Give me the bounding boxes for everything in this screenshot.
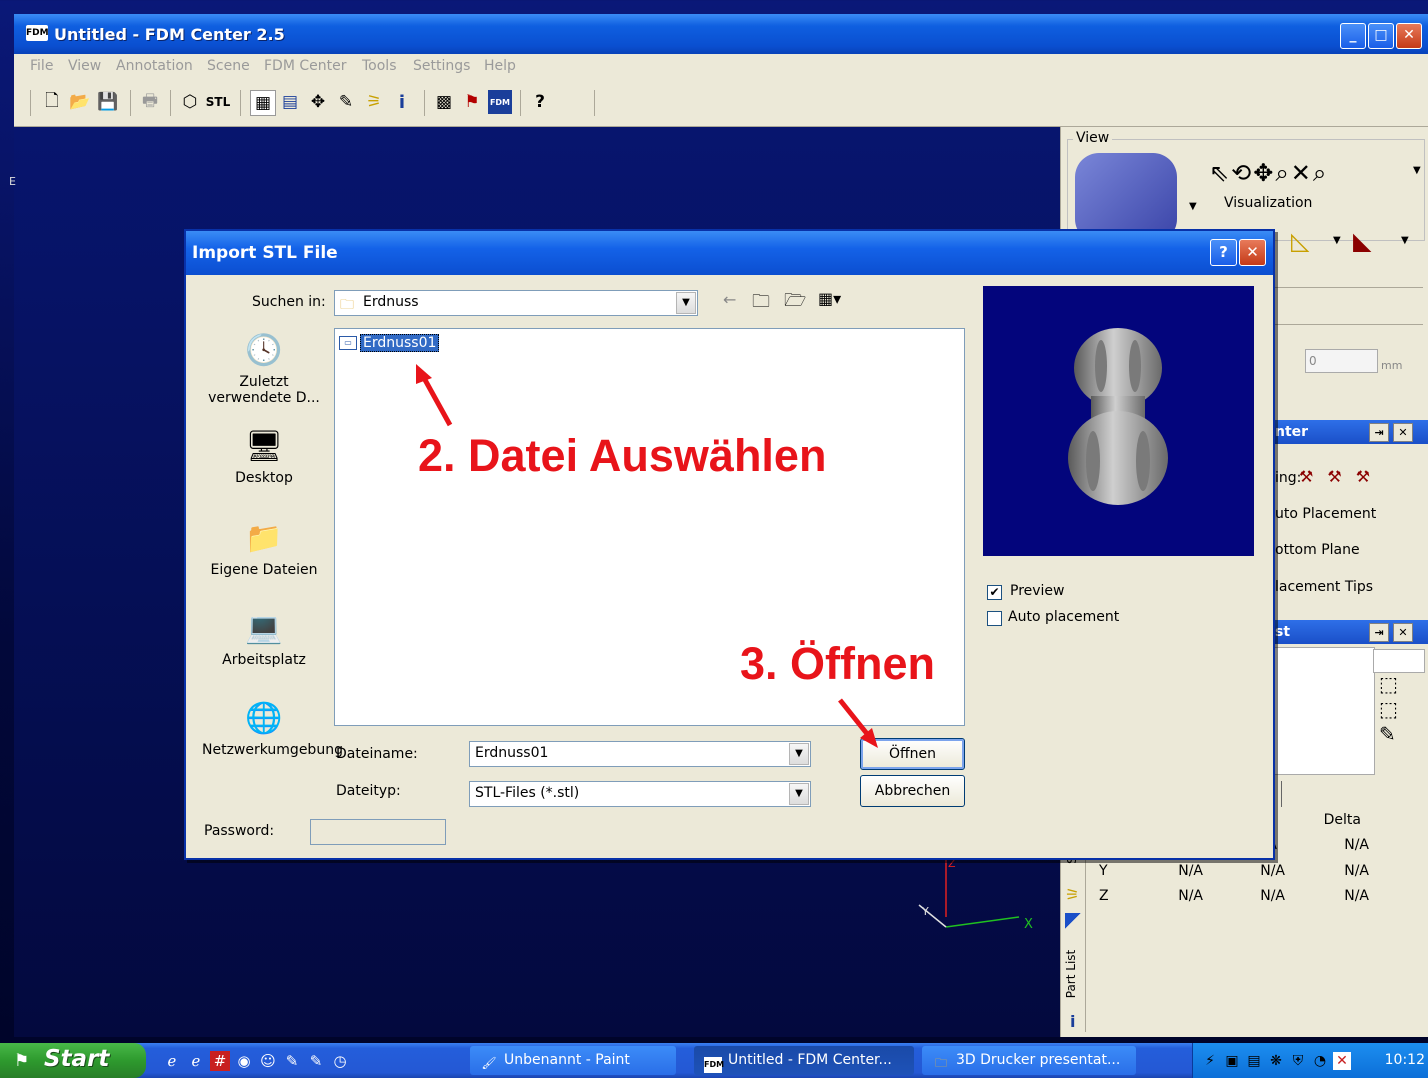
- quicklaunch-clock-icon[interactable]: ◷: [330, 1051, 350, 1071]
- task-folder-label: 3D Drucker presentat...: [956, 1052, 1121, 1068]
- tray-network-icon[interactable]: ⚡: [1201, 1052, 1219, 1070]
- quicklaunch-tool-icon[interactable]: ✎: [282, 1051, 302, 1071]
- task-folder[interactable]: 🗀 3D Drucker presentat...: [922, 1046, 1136, 1075]
- tray-alert-icon[interactable]: ✕: [1333, 1052, 1351, 1070]
- quicklaunch-ie-icon[interactable]: ℯ: [162, 1051, 182, 1071]
- taskbar: ⚑ Start ℯ ℯ # ◉ ☺ ✎ ✎ ◷ 🖌 Unbenannt - Pai…: [0, 1043, 1428, 1078]
- tray-security-icon[interactable]: ⛨: [1289, 1052, 1307, 1070]
- tray-sound-icon[interactable]: ◔: [1311, 1052, 1329, 1070]
- task-fdm-icon: FDM: [704, 1057, 724, 1073]
- task-paint-label: Unbenannt - Paint: [504, 1052, 630, 1068]
- annotation-step-2: 2. Datei Auswählen: [418, 430, 827, 481]
- windows-flag-icon: ⚑: [14, 1051, 30, 1071]
- clock: 10:12: [1384, 1052, 1425, 1068]
- task-paint[interactable]: 🖌 Unbenannt - Paint: [470, 1046, 676, 1075]
- annotation-step-3: 3. Öffnen: [740, 638, 936, 689]
- quicklaunch-app-icon[interactable]: #: [210, 1051, 230, 1071]
- start-button[interactable]: ⚑ Start: [0, 1043, 146, 1078]
- tray-monitor-icon[interactable]: ▤: [1245, 1052, 1263, 1070]
- task-fdm-center[interactable]: FDM Untitled - FDM Center...: [694, 1046, 914, 1075]
- quicklaunch-pen-icon[interactable]: ✎: [306, 1051, 326, 1071]
- annotation-arrows: [416, 364, 878, 748]
- system-tray: ⚡ ▣ ▤ ❋ ⛨ ◔ ✕ 10:12: [1192, 1043, 1428, 1078]
- folder-icon: 🗀: [934, 1056, 947, 1070]
- start-label: Start: [44, 1046, 110, 1072]
- tray-fdm-icon[interactable]: ▣: [1223, 1052, 1241, 1070]
- tray-green-icon[interactable]: ❋: [1267, 1052, 1285, 1070]
- task-fdm-label: Untitled - FDM Center...: [728, 1052, 892, 1068]
- quicklaunch-browser-icon[interactable]: ℯ: [186, 1051, 206, 1071]
- quicklaunch-messenger-icon[interactable]: ☺: [258, 1051, 278, 1071]
- paint-icon: 🖌: [481, 1056, 497, 1070]
- quicklaunch-media-icon[interactable]: ◉: [234, 1051, 254, 1071]
